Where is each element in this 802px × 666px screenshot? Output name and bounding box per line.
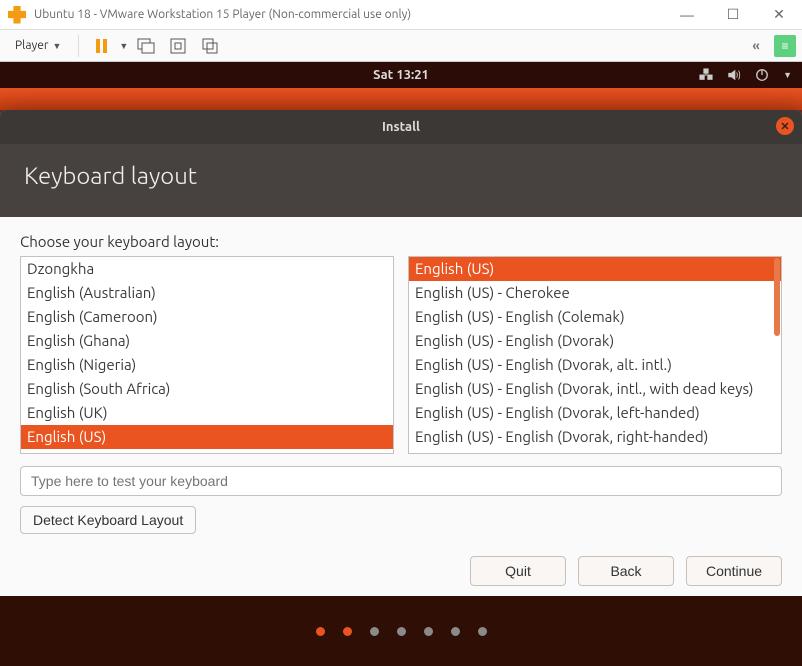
message-icon: ≡ [781, 39, 788, 53]
installer-window: Install ✕ Keyboard layout Choose your ke… [0, 110, 802, 666]
layout-language-list[interactable]: DzongkhaEnglish (Australian)English (Cam… [20, 256, 394, 454]
volume-icon [727, 68, 741, 82]
close-icon: ✕ [780, 120, 789, 133]
chevron-down-icon[interactable]: ▼ [119, 41, 128, 51]
vmware-titlebar: Ubuntu 18 - VMware Workstation 15 Player… [0, 0, 802, 30]
list-item[interactable]: English (Cameroon) [21, 305, 393, 329]
player-menu-label: Player [15, 39, 48, 52]
progress-dot [424, 627, 433, 636]
page-title: Keyboard layout [0, 144, 802, 217]
vmware-window-title: Ubuntu 18 - VMware Workstation 15 Player… [34, 8, 411, 21]
progress-dot [316, 627, 325, 636]
installer-body: Choose your keyboard layout: DzongkhaEng… [0, 217, 802, 596]
progress-dot [343, 627, 352, 636]
unity-icon [202, 38, 218, 54]
keyboard-test-input[interactable] [20, 466, 782, 496]
progress-dots [0, 596, 802, 666]
progress-dot [397, 627, 406, 636]
ubuntu-desktop: Sat 13:21 ▼ Install ✕ Keyboard layout Ch… [0, 62, 802, 666]
list-item[interactable]: English (Australian) [21, 281, 393, 305]
list-item[interactable]: English (US) - English (Macintosh) [409, 449, 781, 454]
messages-button[interactable]: ≡ [774, 35, 796, 57]
list-item[interactable]: English (US) [409, 257, 781, 281]
window-maximize-button[interactable]: ☐ [710, 0, 756, 30]
continue-button[interactable]: Continue [686, 556, 782, 586]
collapse-toolbar-button[interactable]: « [742, 34, 770, 58]
list-item[interactable]: English (Ghana) [21, 329, 393, 353]
fullscreen-icon [170, 38, 186, 54]
quit-button[interactable]: Quit [470, 556, 566, 586]
list-item[interactable]: English (US) [21, 425, 393, 449]
list-item[interactable]: English (US) - English (Colemak) [409, 305, 781, 329]
installer-close-button[interactable]: ✕ [776, 117, 794, 135]
list-item[interactable]: English (US) - English (Dvorak, alt. int… [409, 353, 781, 377]
send-ctrl-alt-del-button[interactable] [132, 34, 160, 58]
list-item[interactable]: English (Nigeria) [21, 353, 393, 377]
network-icon [699, 68, 713, 82]
pause-icon [96, 39, 107, 53]
chevron-down-icon: ▼ [52, 41, 61, 51]
installer-titlebar: Install ✕ [0, 110, 802, 144]
power-icon [755, 68, 769, 82]
ubuntu-accent-strip [0, 88, 802, 110]
unity-mode-button[interactable] [196, 34, 224, 58]
pause-vm-button[interactable] [87, 34, 115, 58]
installer-title: Install [382, 120, 420, 134]
layout-variant-list[interactable]: English (US)English (US) - CherokeeEngli… [408, 256, 782, 454]
ubuntu-top-bar: Sat 13:21 ▼ [0, 62, 802, 88]
keyboard-shortcut-icon [137, 38, 155, 54]
list-item[interactable]: Esperanto [21, 449, 393, 454]
progress-dot [370, 627, 379, 636]
list-item[interactable]: Dzongkha [21, 257, 393, 281]
list-item[interactable]: English (US) - English (Dvorak, left-han… [409, 401, 781, 425]
list-item[interactable]: English (UK) [21, 401, 393, 425]
back-button[interactable]: Back [578, 556, 674, 586]
fullscreen-button[interactable] [164, 34, 192, 58]
list-item[interactable]: English (US) - English (Dvorak, right-ha… [409, 425, 781, 449]
list-item[interactable]: English (South Africa) [21, 377, 393, 401]
player-menu-button[interactable]: Player ▼ [6, 35, 70, 56]
chevron-down-icon: ▼ [783, 70, 792, 80]
list-item[interactable]: English (US) - English (Dvorak, intl., w… [409, 377, 781, 401]
ubuntu-clock[interactable]: Sat 13:21 [373, 68, 429, 82]
progress-dot [451, 627, 460, 636]
vmware-toolbar: Player ▼ ▼ « ≡ [0, 30, 802, 62]
list-item[interactable]: English (US) - English (Dvorak) [409, 329, 781, 353]
vmware-logo-icon [8, 6, 26, 24]
detect-keyboard-button[interactable]: Detect Keyboard Layout [20, 506, 196, 534]
window-close-button[interactable]: ✕ [756, 0, 802, 30]
list-item[interactable]: English (US) - Cherokee [409, 281, 781, 305]
choose-layout-label: Choose your keyboard layout: [20, 233, 782, 250]
nav-buttons: Quit Back Continue [20, 556, 782, 586]
progress-dot [478, 627, 487, 636]
window-minimize-button[interactable]: — [664, 0, 710, 30]
ubuntu-system-menu[interactable]: ▼ [699, 62, 792, 88]
toolbar-separator [78, 35, 79, 57]
